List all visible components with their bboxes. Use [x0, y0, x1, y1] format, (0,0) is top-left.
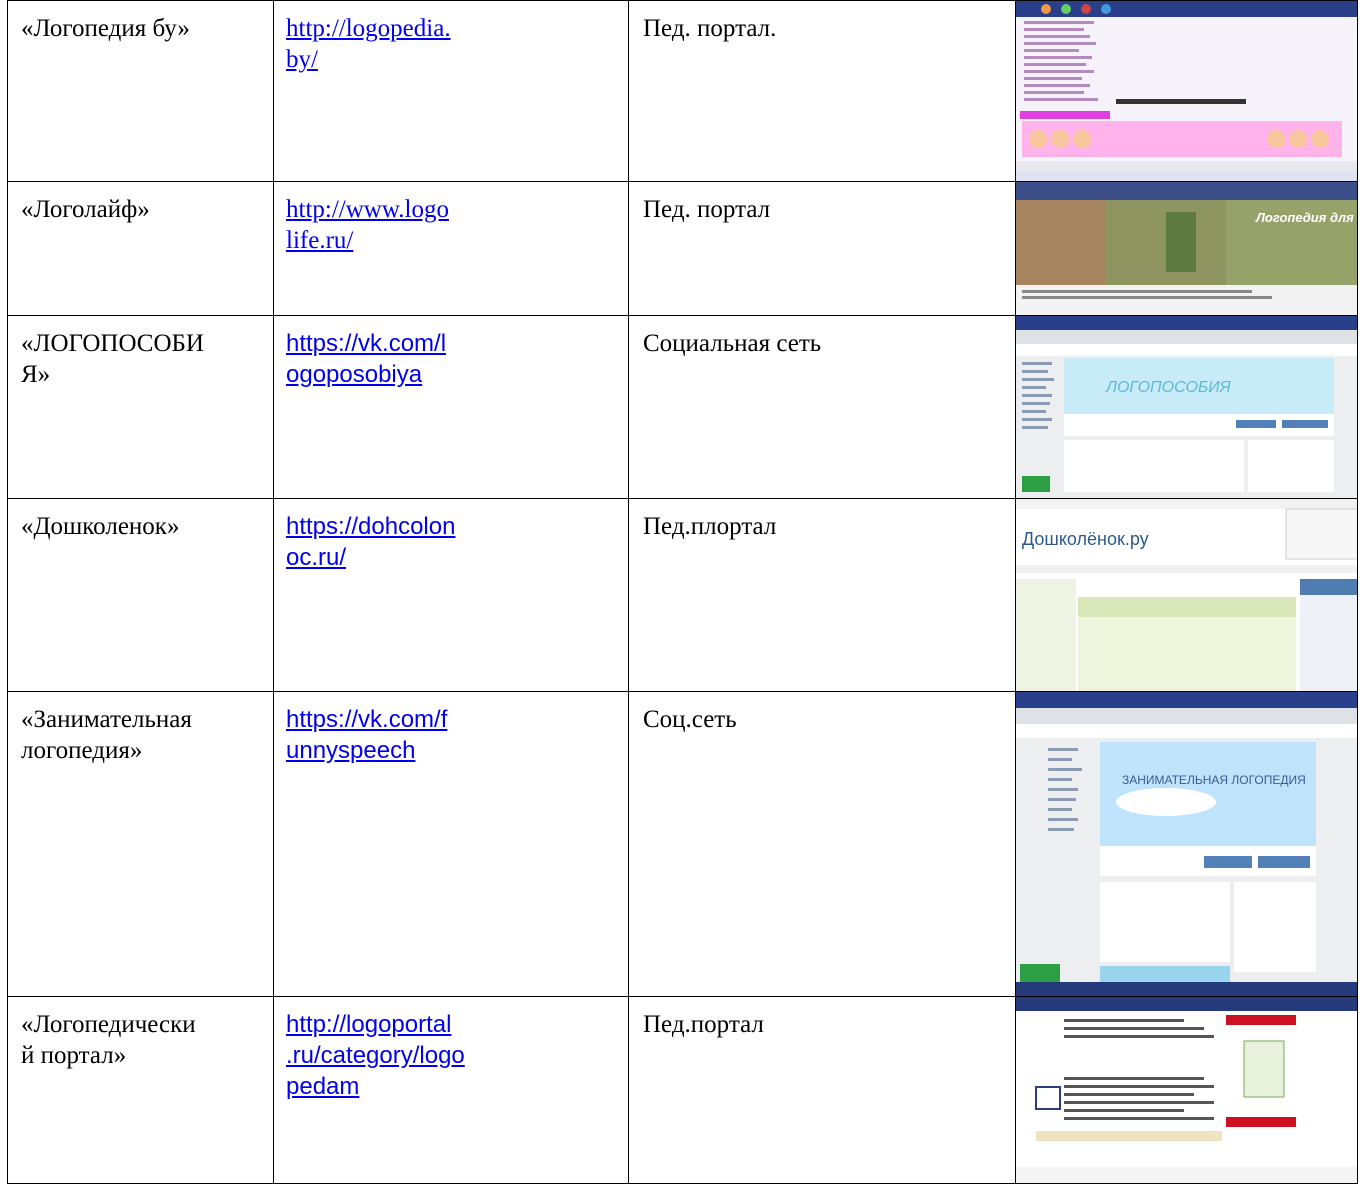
resource-type: Пед.плортал: [643, 513, 777, 540]
thumbnail-caption: Логопедия для всех: [1255, 210, 1357, 225]
cell-name: «Дошколенок»: [7, 498, 274, 692]
table-row: «Логолайф» http://www.logo life.ru/ Пед. …: [7, 181, 1358, 316]
resource-name: «Занимательная логопедия»: [21, 706, 192, 764]
resource-name: «ЛОГОПОСОБИ Я»: [21, 330, 204, 388]
vk-logoposobiya-screenshot-image: ЛОГОПОСОБИЯ: [1016, 316, 1357, 498]
table-row: «Логопедия бу» http://logopedia. by/ Пед.…: [7, 0, 1358, 182]
cell-url: http://logopedia. by/: [273, 0, 629, 182]
table-row: «ЛОГОПОСОБИ Я» https://vk.com/l ogoposobiy…: [7, 315, 1358, 499]
resource-link[interactable]: https://vk.com/f unnyspeech: [275, 693, 628, 767]
doshkolenok-screenshot-image: Дошколёнок.ру: [1016, 499, 1357, 691]
resource-link[interactable]: http://www.logo life.ru/: [275, 183, 628, 257]
resource-type: Соц.сеть: [643, 706, 737, 733]
resource-type: Социальная сеть: [643, 330, 822, 357]
cell-url: https://vk.com/l ogoposobiya: [273, 315, 629, 499]
logoportal-screenshot-image: [1016, 997, 1357, 1183]
resource-name: «Логолайф»: [21, 196, 150, 223]
cell-type: Пед.портал: [628, 996, 1016, 1184]
thumbnail-caption: ЛОГОПОСОБИЯ: [1105, 379, 1231, 396]
resources-table: «Логопедия бу» http://logopedia. by/ Пед.…: [7, 0, 1358, 1184]
resource-link[interactable]: http://logopedia. by/: [275, 2, 628, 76]
cell-thumbnail: Логопедия для всех: [1015, 181, 1358, 316]
cell-name: «Логолайф»: [7, 181, 274, 316]
thumbnail-caption: Дошколёнок.ру: [1022, 529, 1149, 549]
cell-thumbnail: [1015, 0, 1358, 182]
resource-link[interactable]: https://dohcolon oc.ru/: [275, 500, 628, 574]
resource-name: «Дошколенок»: [21, 513, 180, 540]
resource-link[interactable]: http://logoportal .ru/category/logo pedam: [275, 998, 628, 1103]
resource-type: Пед. портал.: [643, 15, 777, 42]
vk-funnyspeech-screenshot-image: ЗАНИМАТЕЛЬНАЯ ЛОГОПЕДИЯ: [1016, 692, 1357, 996]
resource-link[interactable]: https://vk.com/l ogoposobiya: [275, 317, 628, 391]
cell-url: http://logoportal .ru/category/logo pedam: [273, 996, 629, 1184]
logolife-screenshot-image: Логопедия для всех: [1016, 182, 1357, 315]
cell-thumbnail: ЗАНИМАТЕЛЬНАЯ ЛОГОПЕДИЯ: [1015, 691, 1358, 997]
cell-url: https://dohcolon oc.ru/: [273, 498, 629, 692]
cell-name: «Занимательная логопедия»: [7, 691, 274, 997]
cell-type: Пед.плортал: [628, 498, 1016, 692]
cell-thumbnail: [1015, 996, 1358, 1184]
cell-url: https://vk.com/f unnyspeech: [273, 691, 629, 997]
resource-name: «Логопедия бу»: [21, 15, 190, 42]
resource-name: «Логопедически й портал»: [21, 1011, 196, 1069]
table-row: «Занимательная логопедия» https://vk.com/…: [7, 691, 1358, 997]
thumbnail-caption: ЗАНИМАТЕЛЬНАЯ ЛОГОПЕДИЯ: [1122, 773, 1306, 787]
cell-url: http://www.logo life.ru/: [273, 181, 629, 316]
cell-type: Социальная сеть: [628, 315, 1016, 499]
cell-thumbnail: Дошколёнок.ру: [1015, 498, 1358, 692]
resource-type: Пед. портал: [643, 196, 771, 223]
logopedia-screenshot-image: [1016, 1, 1357, 181]
cell-type: Соц.сеть: [628, 691, 1016, 997]
cell-name: «Логопедия бу»: [7, 0, 274, 182]
cell-type: Пед. портал: [628, 181, 1016, 316]
cell-thumbnail: ЛОГОПОСОБИЯ: [1015, 315, 1358, 499]
cell-name: «Логопедически й портал»: [7, 996, 274, 1184]
table-row: «Дошколенок» https://dohcolon oc.ru/ Пед.…: [7, 498, 1358, 692]
cell-type: Пед. портал.: [628, 0, 1016, 182]
table-row: «Логопедически й портал» http://logoporta…: [7, 996, 1358, 1184]
cell-name: «ЛОГОПОСОБИ Я»: [7, 315, 274, 499]
resource-type: Пед.портал: [643, 1011, 764, 1038]
